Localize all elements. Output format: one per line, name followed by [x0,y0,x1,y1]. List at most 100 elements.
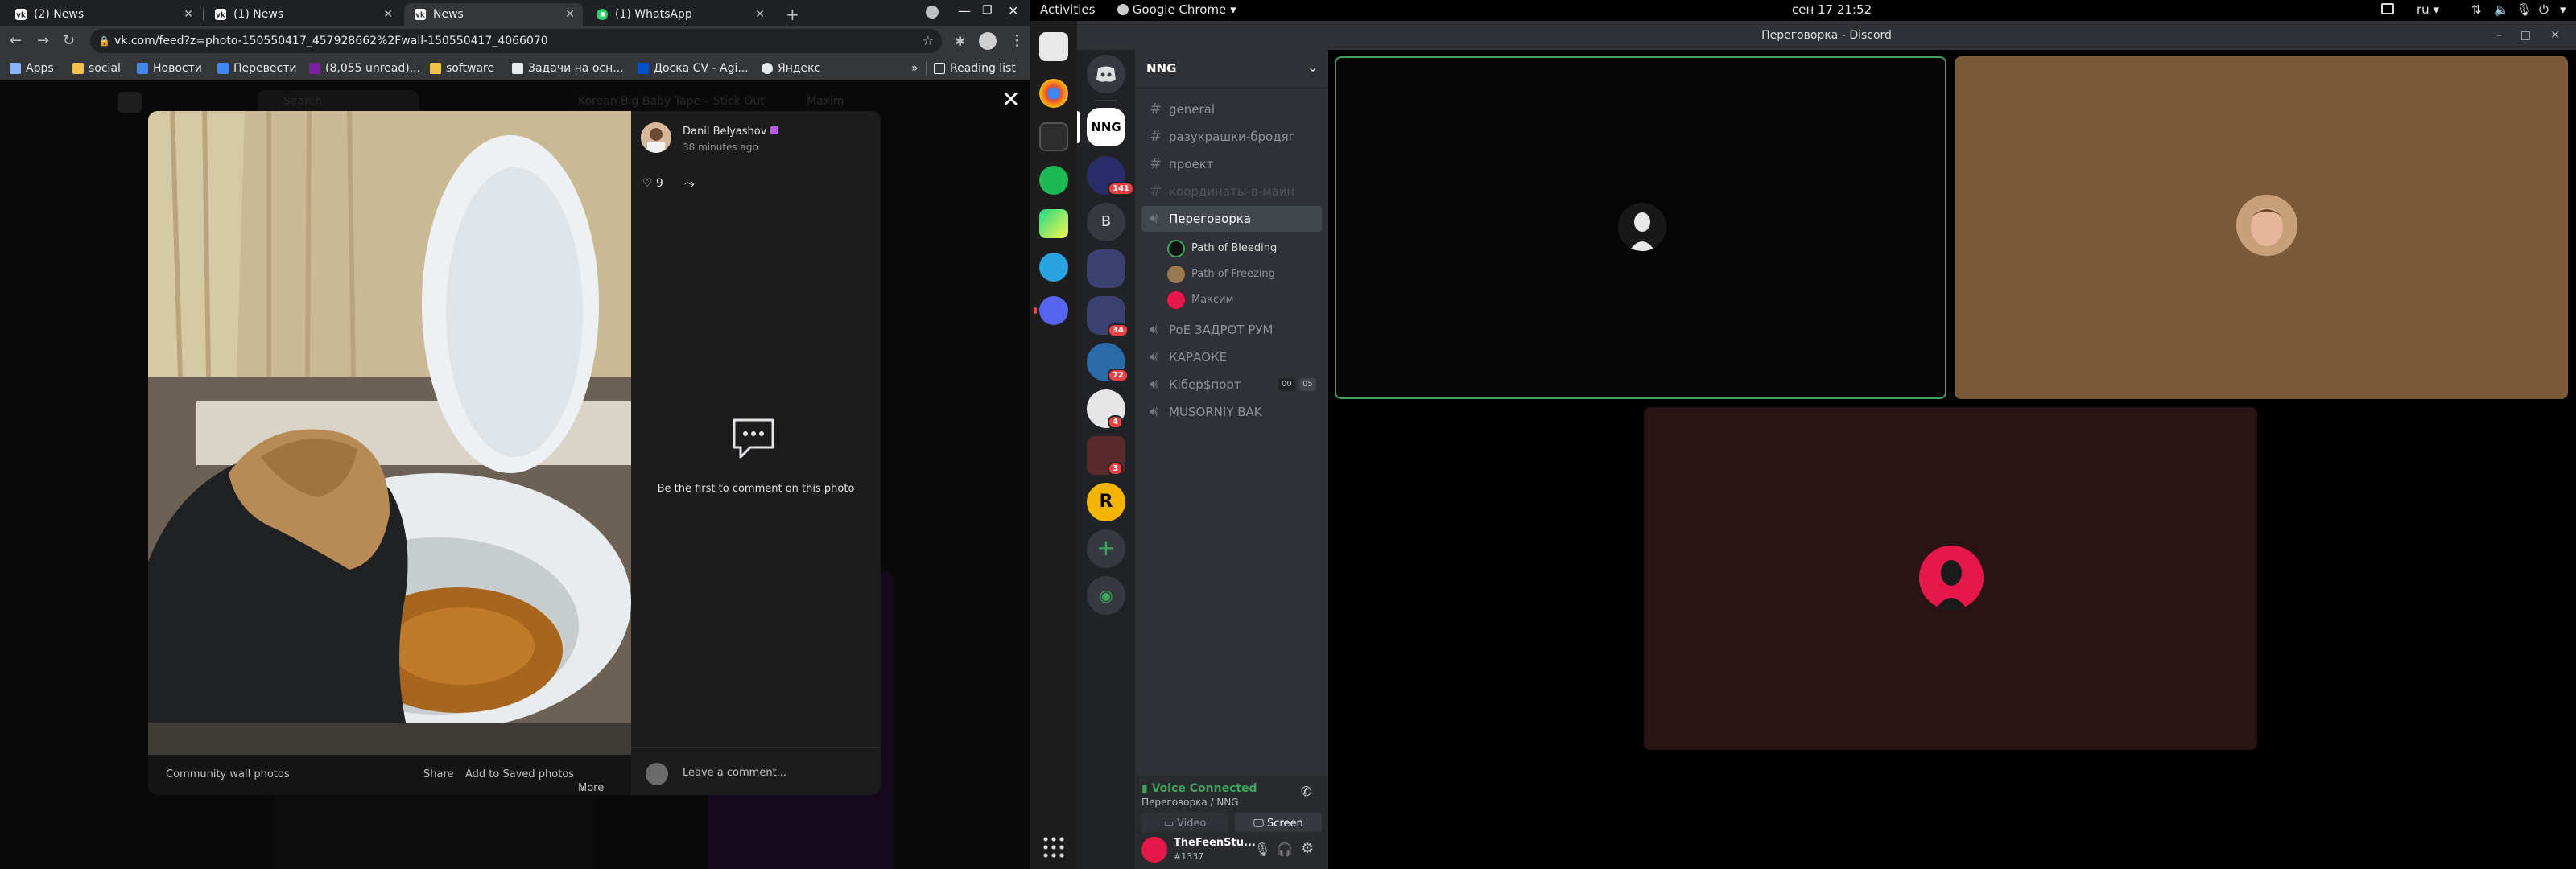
tab-close-icon[interactable]: ✕ [565,8,575,21]
tab-close-icon[interactable]: ✕ [383,8,393,21]
network-icon[interactable]: ⇅ [2471,2,2482,17]
app-menu[interactable]: Google Chrome ▾ [1117,2,1236,17]
explore-servers-icon[interactable]: ◉ [1087,576,1125,615]
pycharm-icon[interactable] [1039,209,1068,238]
mic-icon[interactable]: 🎙 [2516,2,2532,17]
save-to-photos-button[interactable]: Add to Saved photos [465,768,574,780]
tab-news-2[interactable]: vk (2) News ✕ [5,3,201,26]
channel-proekt[interactable]: # проект [1141,151,1322,177]
dock [1030,21,1077,869]
activities-button[interactable]: Activities [1040,2,1095,17]
author-name[interactable]: Danil Belyashov [683,126,778,138]
share-icon[interactable]: ⤳ [684,175,695,192]
headphones-icon[interactable]: 🎧 [1277,842,1293,857]
server-header[interactable]: NNG ⌄ [1135,50,1328,89]
bookmark-apps[interactable]: Apps [10,61,54,76]
participant-tile[interactable] [1955,56,2568,399]
tab-close-icon[interactable]: ✕ [184,8,193,21]
voice-user[interactable]: Path of Freezing [1167,264,1275,285]
mention-badge: 4 [1108,415,1123,429]
address-bar[interactable]: 🔒 vk.com/feed?z=photo-150550417_45792866… [90,29,942,53]
new-tab-button[interactable]: + [786,5,799,24]
tab-news-1[interactable]: vk (1) News ✕ [204,3,401,26]
minimize-icon[interactable]: — [958,3,971,19]
discord-dock-icon[interactable] [1039,296,1068,325]
voice-channel-poe[interactable]: 🔊︎ PoE ЗАДРОТ РУМ [1141,317,1322,343]
add-server-icon[interactable]: + [1087,529,1125,568]
photo-actions-bar: Community wall photos Share Add to Saved… [148,755,631,795]
channel-razukrashki[interactable]: # разукрашки-бродяг [1141,124,1322,150]
chrome-dock-icon[interactable] [1039,79,1068,108]
power-icon[interactable]: ⏻ [2539,2,2549,17]
voice-channel-musorniy[interactable]: 🔊︎ MUSORNIY BAK [1141,399,1322,425]
album-link[interactable]: Community wall photos [166,768,290,780]
tab-search-icon[interactable] [926,6,939,19]
bookmarks-overflow[interactable]: » [911,61,919,76]
bookmark-mail[interactable]: (8,055 unread)... [309,61,420,76]
dropbox-icon[interactable] [2381,3,2394,14]
voice-channel-peregovorka[interactable]: 🔊︎ Переговорка [1141,206,1322,232]
post-photo[interactable] [148,111,631,755]
language-switcher[interactable]: ru ▾ [2417,2,2439,17]
channel-general[interactable]: # general [1141,97,1322,122]
bookmark-yandex[interactable]: Яндекс [762,61,820,76]
show-apps-icon[interactable] [1042,835,1066,859]
bookmarks-bar: Apps social Новости Перевести (8,055 unr… [0,56,1030,80]
system-menu-arrow-icon[interactable]: ▾ [2560,2,2566,17]
server-b[interactable]: B [1087,203,1125,241]
folder-icon [72,63,84,74]
voice-user[interactable]: Path of Bleeding [1167,238,1277,259]
extensions-icon[interactable]: ✱ [955,34,965,49]
disconnect-call-icon[interactable]: ✆ [1301,784,1311,799]
bookmark-social[interactable]: social [72,61,121,76]
bookmark-star-icon[interactable]: ☆ [923,29,934,53]
channel-koordinaty[interactable]: # координаты-в-майн [1141,179,1322,204]
tab-news-active[interactable]: vk News ✕ [404,3,583,26]
voice-location[interactable]: Переговорка / NNG [1141,797,1239,808]
discord-home-icon[interactable] [1087,55,1125,93]
profile-avatar[interactable] [979,32,997,50]
user-avatar[interactable] [1141,837,1167,863]
participant-tile[interactable] [1335,56,1946,399]
terminal-icon[interactable] [1039,122,1068,151]
close-window-icon[interactable]: ✕ [1008,3,1018,19]
back-icon[interactable]: ← [10,33,22,49]
comment-input[interactable]: Leave a comment... [683,767,786,779]
menu-kebab-icon[interactable]: ⋮ [1009,32,1024,49]
server-folder-1[interactable] [1087,249,1125,288]
volume-icon[interactable]: 🔈 [2494,2,2509,17]
voice-user[interactable]: Максим [1167,290,1233,311]
server-nng[interactable]: NNG [1087,108,1125,146]
reload-icon[interactable]: ↻ [63,33,75,49]
telegram-icon[interactable] [1039,253,1068,282]
reading-list[interactable]: Reading list [934,61,1016,76]
maximize-icon[interactable]: ❐ [982,4,993,17]
close-icon[interactable]: ✕ [2550,21,2560,50]
settings-gear-icon[interactable]: ⚙ [1301,840,1314,857]
forward-icon[interactable]: → [37,33,49,49]
voice-channel-karaoke[interactable]: 🔊︎ КАРАОКЕ [1141,344,1322,370]
maximize-icon[interactable]: □ [2520,21,2531,50]
bookmark-cv-board[interactable]: Доска CV - Agi... [638,61,749,76]
rockstar-server-icon[interactable]: R [1087,483,1125,521]
clock[interactable]: сен 17 21:52 [1792,2,1872,17]
speaker-icon: 🔊︎ [1150,348,1159,365]
bookmark-news[interactable]: Новости [137,61,202,76]
minimize-icon[interactable]: – [2496,21,2502,50]
voice-channel-kibersport[interactable]: 🔊︎ Кібер$порт 00 05 [1141,372,1322,397]
share-button[interactable]: Share [423,768,454,780]
bookmark-software[interactable]: software [430,61,494,76]
spotify-icon[interactable] [1039,166,1068,195]
tab-close-icon[interactable]: ✕ [755,8,765,21]
tab-whatsapp[interactable]: (1) WhatsApp ✕ [586,3,773,26]
microphone-icon[interactable]: 🎙 [1254,842,1270,857]
close-viewer-icon[interactable]: ✕ [1001,89,1020,111]
files-icon[interactable] [1039,32,1068,61]
like-button[interactable]: ♡ 9 [642,177,663,190]
author-avatar[interactable] [641,122,671,153]
participant-tile[interactable] [1644,407,2257,750]
avatar [1167,266,1185,283]
bookmark-tasks[interactable]: Задачи на осн... [512,61,624,76]
user-panel: TheFeenStu... #1337 🎙 🎧 ⚙ [1135,832,1328,869]
bookmark-translate[interactable]: Перевести [217,61,296,76]
